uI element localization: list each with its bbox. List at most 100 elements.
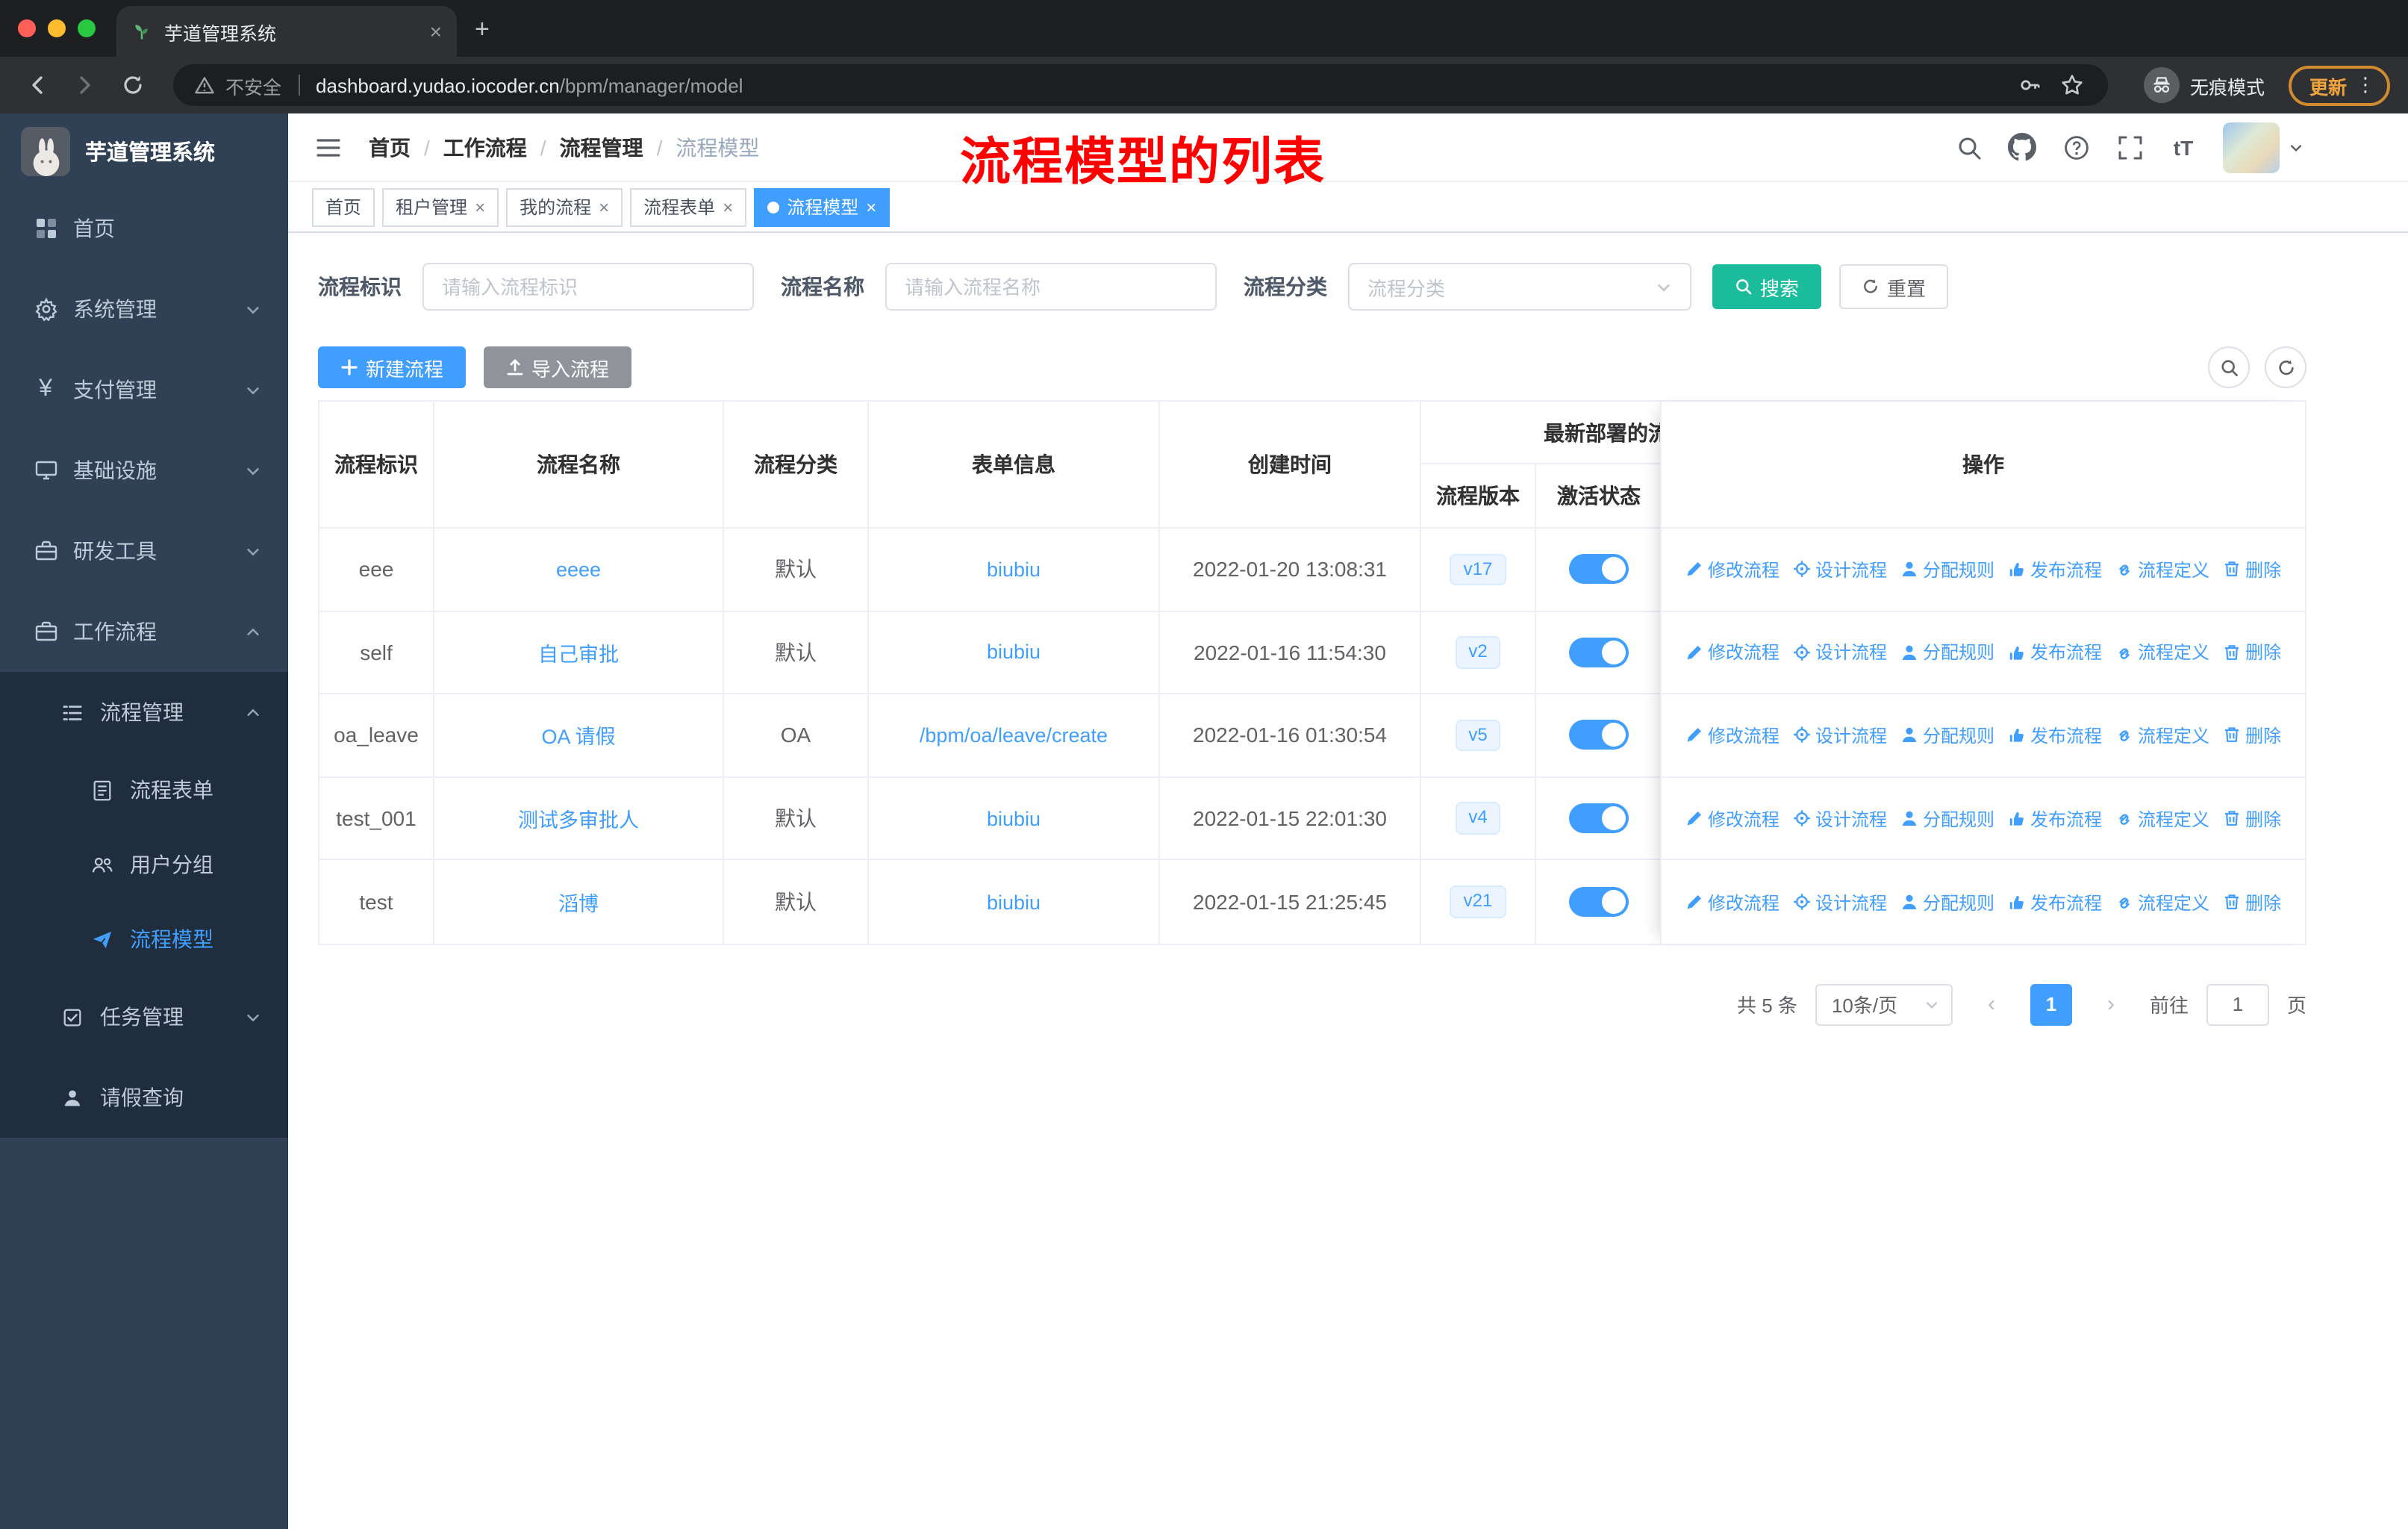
action-user-link[interactable]: 分配规则 bbox=[1900, 806, 1994, 831]
browser-menu-icon[interactable]: ⋮ bbox=[2356, 73, 2375, 97]
import-process-button[interactable]: 导入流程 bbox=[484, 346, 632, 388]
back-button[interactable] bbox=[18, 66, 57, 105]
form-info-link[interactable]: /bpm/oa/leave/create bbox=[920, 724, 1108, 747]
next-page-button[interactable]: › bbox=[2090, 984, 2132, 1026]
breadcrumb-item[interactable]: 流程管理 bbox=[560, 132, 643, 162]
sidebar-item-user-group[interactable]: 用户分组 bbox=[0, 827, 288, 902]
prev-page-button[interactable]: ‹ bbox=[1971, 984, 2012, 1026]
reload-button[interactable] bbox=[113, 66, 152, 105]
action-pencil-link[interactable]: 修改流程 bbox=[1685, 806, 1780, 831]
sidebar-item-system[interactable]: 系统管理 bbox=[0, 269, 288, 349]
password-key-icon[interactable] bbox=[2018, 73, 2042, 97]
address-bar[interactable]: 不安全 dashboard.yudao.iocoder.cn/bpm/manag… bbox=[173, 64, 2108, 106]
action-user-link[interactable]: 分配规则 bbox=[1900, 723, 1994, 748]
maximize-window-button[interactable] bbox=[78, 19, 96, 37]
sidebar-fold-icon[interactable] bbox=[312, 131, 345, 164]
version-tag[interactable]: v2 bbox=[1455, 636, 1501, 669]
action-pencil-link[interactable]: 修改流程 bbox=[1685, 640, 1780, 665]
action-pencil-link[interactable]: 修改流程 bbox=[1685, 889, 1780, 915]
page-size-select[interactable]: 10条/页 bbox=[1815, 983, 1953, 1026]
form-info-link[interactable]: biubiu bbox=[987, 891, 1041, 913]
action-pencil-link[interactable]: 修改流程 bbox=[1685, 723, 1780, 748]
tab-close-icon[interactable]: × bbox=[430, 21, 442, 42]
goto-page-input[interactable] bbox=[2206, 983, 2269, 1026]
bookmark-star-icon[interactable] bbox=[2060, 73, 2084, 97]
close-icon[interactable]: × bbox=[866, 198, 876, 216]
action-design-link[interactable]: 设计流程 bbox=[1793, 640, 1887, 665]
action-definition-link[interactable]: 流程定义 bbox=[2115, 806, 2209, 831]
close-icon[interactable]: × bbox=[723, 198, 733, 216]
tag-home[interactable]: 首页 bbox=[312, 187, 375, 226]
action-definition-link[interactable]: 流程定义 bbox=[2115, 640, 2209, 665]
action-user-link[interactable]: 分配规则 bbox=[1900, 640, 1994, 665]
github-icon[interactable] bbox=[2008, 133, 2036, 161]
action-publish-link[interactable]: 发布流程 bbox=[2008, 889, 2102, 915]
table-refresh-button[interactable] bbox=[2265, 346, 2306, 388]
action-trash-link[interactable]: 删除 bbox=[2223, 557, 2281, 582]
process-name-input[interactable] bbox=[885, 263, 1217, 311]
form-info-link[interactable]: biubiu bbox=[987, 558, 1041, 581]
minimize-window-button[interactable] bbox=[48, 19, 66, 37]
table-search-toggle-button[interactable] bbox=[2208, 346, 2250, 388]
update-browser-button[interactable]: 更新 ⋮ bbox=[2288, 65, 2390, 105]
activation-toggle[interactable] bbox=[1569, 554, 1629, 585]
action-publish-link[interactable]: 发布流程 bbox=[2008, 557, 2102, 582]
sidebar-item-process-mgmt[interactable]: 流程管理 bbox=[0, 672, 288, 753]
version-tag[interactable]: v21 bbox=[1450, 885, 1506, 918]
sidebar-item-home[interactable]: 首页 bbox=[0, 188, 288, 269]
close-icon[interactable]: × bbox=[475, 198, 485, 216]
activation-toggle[interactable] bbox=[1569, 720, 1629, 750]
font-size-icon[interactable]: tT bbox=[2169, 133, 2198, 161]
sidebar-item-payment[interactable]: ¥ 支付管理 bbox=[0, 349, 288, 430]
action-design-link[interactable]: 设计流程 bbox=[1793, 723, 1887, 748]
action-publish-link[interactable]: 发布流程 bbox=[2008, 806, 2102, 831]
process-name-link[interactable]: 自己审批 bbox=[538, 638, 619, 667]
sidebar-item-devtools[interactable]: 研发工具 bbox=[0, 511, 288, 591]
action-publish-link[interactable]: 发布流程 bbox=[2008, 723, 2102, 748]
tag-process-form[interactable]: 流程表单 × bbox=[630, 187, 747, 226]
sidebar-item-process-model[interactable]: 流程模型 bbox=[0, 902, 288, 977]
page-number-button[interactable]: 1 bbox=[2030, 983, 2072, 1026]
action-definition-link[interactable]: 流程定义 bbox=[2115, 889, 2209, 915]
sidebar-item-workflow[interactable]: 工作流程 bbox=[0, 591, 288, 672]
action-design-link[interactable]: 设计流程 bbox=[1793, 557, 1887, 582]
sidebar-item-infra[interactable]: 基础设施 bbox=[0, 430, 288, 511]
sidebar-item-process-form[interactable]: 流程表单 bbox=[0, 753, 288, 827]
fullscreen-icon[interactable] bbox=[2115, 133, 2144, 161]
process-name-link[interactable]: 滔博 bbox=[558, 887, 599, 917]
browser-tab[interactable]: 芋道管理系统 × bbox=[116, 6, 457, 57]
search-button[interactable]: 搜索 bbox=[1712, 264, 1822, 309]
search-icon[interactable] bbox=[1954, 133, 1983, 161]
action-trash-link[interactable]: 删除 bbox=[2223, 889, 2281, 915]
sidebar-item-leave-query[interactable]: 请假查询 bbox=[0, 1057, 288, 1138]
action-trash-link[interactable]: 删除 bbox=[2223, 806, 2281, 831]
action-design-link[interactable]: 设计流程 bbox=[1793, 889, 1887, 915]
user-menu[interactable] bbox=[2223, 122, 2303, 172]
process-name-link[interactable]: eeee bbox=[556, 558, 601, 581]
tag-tenant[interactable]: 租户管理 × bbox=[382, 187, 499, 226]
process-key-input[interactable] bbox=[422, 263, 754, 311]
process-name-link[interactable]: OA 请假 bbox=[541, 720, 615, 750]
help-icon[interactable] bbox=[2062, 133, 2090, 161]
activation-toggle[interactable] bbox=[1569, 637, 1629, 667]
sidebar-item-task-mgmt[interactable]: 任务管理 bbox=[0, 977, 288, 1057]
action-design-link[interactable]: 设计流程 bbox=[1793, 806, 1887, 831]
version-tag[interactable]: v4 bbox=[1455, 802, 1501, 835]
activation-toggle[interactable] bbox=[1569, 887, 1629, 918]
reset-button[interactable]: 重置 bbox=[1839, 264, 1949, 309]
category-select[interactable]: 流程分类 bbox=[1348, 263, 1691, 311]
action-trash-link[interactable]: 删除 bbox=[2223, 723, 2281, 748]
tag-process-model[interactable]: 流程模型 × bbox=[754, 187, 890, 226]
tag-my-process[interactable]: 我的流程 × bbox=[506, 187, 623, 226]
process-name-link[interactable]: 测试多审批人 bbox=[518, 803, 639, 833]
action-user-link[interactable]: 分配规则 bbox=[1900, 557, 1994, 582]
new-tab-button[interactable]: + bbox=[457, 15, 511, 57]
create-process-button[interactable]: 新建流程 bbox=[318, 346, 467, 388]
close-window-button[interactable] bbox=[18, 19, 36, 37]
form-info-link[interactable]: biubiu bbox=[987, 641, 1041, 664]
version-tag[interactable]: v5 bbox=[1455, 719, 1501, 752]
action-user-link[interactable]: 分配规则 bbox=[1900, 889, 1994, 915]
action-definition-link[interactable]: 流程定义 bbox=[2115, 557, 2209, 582]
version-tag[interactable]: v17 bbox=[1450, 553, 1506, 586]
breadcrumb-item[interactable]: 首页 bbox=[369, 132, 411, 162]
